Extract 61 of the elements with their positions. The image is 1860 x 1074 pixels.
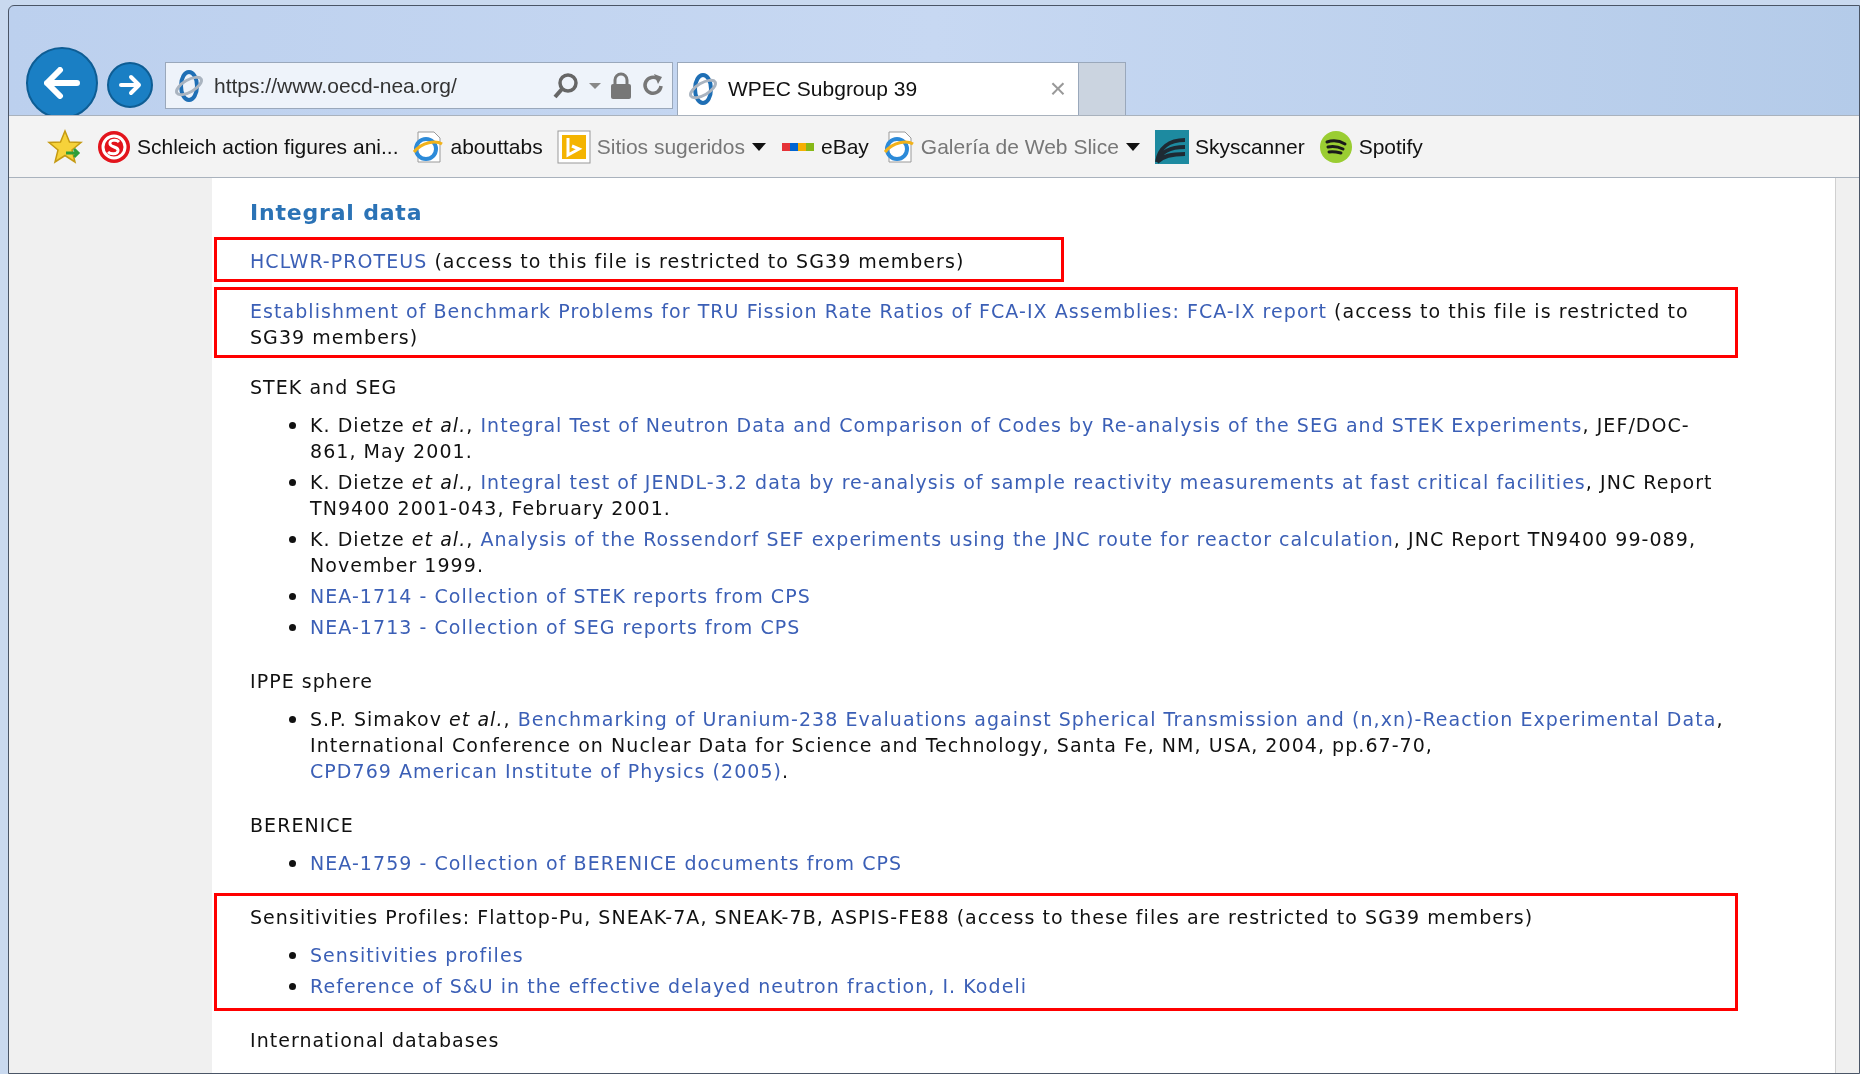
star-icon[interactable]	[47, 128, 83, 165]
paragraph: HCLWR-PROTEUS (access to this file is restricted to SG39 members)	[250, 249, 966, 274]
link[interactable]: NEA-1713 - Collection of SEG reports from CPS	[310, 616, 801, 638]
page-globe-icon	[412, 129, 445, 164]
link[interactable]: Sensitivities profiles	[310, 944, 524, 966]
link[interactable]: Integral test of JENDL-3.2 data by re-analysis of sample reactivity measurements at fast critical facilities	[480, 471, 1586, 493]
browser-tab[interactable]: WPEC Subgroup 39 ×	[677, 62, 1079, 115]
lock-icon[interactable]	[610, 71, 632, 100]
dropdown-caret-icon	[751, 141, 767, 152]
paragraph: Sensitivities Profiles: Flattop-Pu, SNEAK-7A, SNEAK-7B, ASPIS-FE88 (access to these files are restricted to SG39 members)	[250, 905, 1535, 930]
favorite-link[interactable]: Spotify	[1318, 129, 1423, 164]
favorite-link[interactable]: Schleich action figures ani...	[97, 129, 399, 164]
link[interactable]: Establishment of Benchmark Problems for TRU Fission Rate Ratios of FCA-IX Assemblies: FCA-IX report	[250, 300, 1327, 322]
favorite-link[interactable]: eBay	[781, 130, 869, 163]
favorite-link[interactable]: abouttabs	[412, 129, 543, 164]
paragraph: Establishment of Benchmark Problems for TRU Fission Rate Ratios of FCA-IX Assemblies: FCA-IX report (access to this file is restricted to SG39 members)	[250, 299, 1690, 350]
address-text: https://www.oecd-nea.org/	[214, 72, 458, 99]
favorite-link[interactable]: Skyscanner	[1154, 129, 1305, 164]
link[interactable]: NEA-1759 - Collection of BERENICE documents from CPS	[310, 852, 903, 874]
dropdown-caret-icon[interactable]	[588, 80, 602, 91]
b-logo-icon	[556, 129, 591, 164]
link[interactable]: NEA-1714 - Collection of STEK reports from CPS	[310, 585, 811, 607]
cloud-arcs-icon	[1154, 129, 1189, 164]
bullet-icon	[289, 479, 296, 486]
bullet-icon	[289, 422, 296, 429]
link[interactable]: HCLWR-PROTEUS	[250, 250, 428, 272]
list-item-text: K. Dietze et al., Integral Test of Neutron Data and Comparison of Codes by Re-analysis of the SEG and STEK Experiments, JEF/DOC-861, May 2001.	[310, 413, 1691, 464]
paragraph: BERENICE	[250, 813, 355, 838]
forward-arrow-icon	[118, 74, 142, 96]
sound-waves-icon	[1318, 129, 1353, 164]
dropdown-caret-icon	[1124, 141, 1141, 152]
bullet-icon	[289, 860, 296, 867]
favorite-link[interactable]: Sitios sugeridos	[556, 129, 767, 164]
address-bar[interactable]: https://www.oecd-nea.org/	[165, 62, 673, 109]
site-logo-icon	[686, 72, 720, 106]
bullet-icon	[289, 624, 296, 631]
search-icon[interactable]	[552, 71, 580, 100]
site-logo-icon	[172, 68, 206, 103]
bullet-icon	[289, 983, 296, 990]
link[interactable]: CPD769 American Institute of Physics (2005)	[310, 760, 783, 782]
link[interactable]: Benchmarking of Uranium-238 Evaluations against Spherical Transmission and (n,xn)-Reaction Experimental Data	[517, 708, 1717, 730]
paragraph: STEK and SEG	[250, 375, 399, 400]
paragraph: IPPE sphere	[250, 669, 374, 694]
back-arrow-icon	[44, 67, 80, 99]
forward-button[interactable]	[107, 62, 153, 108]
bullet-icon	[289, 716, 296, 723]
paragraph: International databases	[250, 1028, 501, 1053]
list-item-text: K. Dietze et al., Integral test of JENDL-3.2 data by re-analysis of sample reactivity measurements at fast critical facilities, JNC Report TN9400 2001-043, February 2001.	[310, 470, 1714, 521]
letter-s-logo-icon	[97, 129, 131, 164]
link[interactable]: Reference of S&U in the effective delayed neutron fraction, I. Kodeli	[310, 975, 1028, 997]
list-item-text: S.P. Simakov et al., Benchmarking of Uranium-238 Evaluations against Spherical Transmission and (n,xn)-Reaction Experimental Data, International Conference on Nuclear Data for Science and Technology, Santa Fe, NM, USA, 2004, pp.67-70, CPD769 American Institute of Physics (2005).	[310, 707, 1725, 784]
page-globe-icon	[882, 129, 915, 164]
list-item-text: K. Dietze et al., Analysis of the Rossendorf SEF experiments using the JNC route for reactor calculation, JNC Report TN9400 99-089, November 1999.	[310, 527, 1697, 578]
bullet-icon	[289, 593, 296, 600]
bullet-icon	[289, 952, 296, 959]
bullet-icon	[289, 536, 296, 543]
link[interactable]: Analysis of the Rossendorf SEF experiments using the JNC route for reactor calculation	[480, 528, 1394, 550]
section-heading: Integral data	[250, 199, 423, 227]
tab-title: WPEC Subgroup 39	[728, 76, 919, 103]
favorite-link[interactable]: Galería de Web Slice	[882, 129, 1141, 164]
link[interactable]: Integral Test of Neutron Data and Comparison of Codes by Re-analysis of the SEG and STEK Experiments	[480, 414, 1583, 436]
